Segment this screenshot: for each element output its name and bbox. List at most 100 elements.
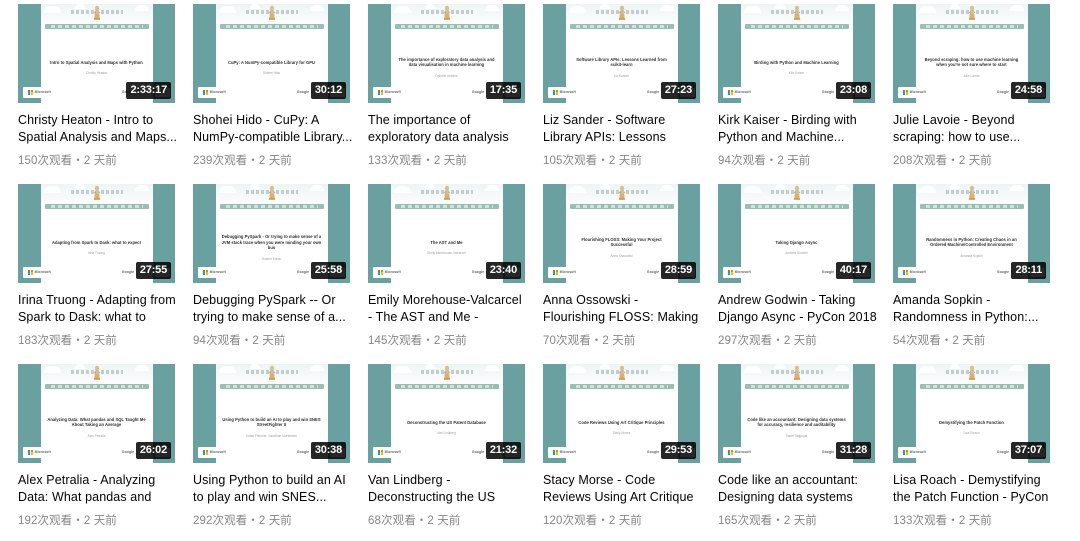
video-title[interactable]: Amanda Sopkin - Randomness in Python:... — [893, 292, 1054, 326]
sponsor-subtext — [406, 458, 418, 460]
video-thumbnail[interactable]: The importance of exploratory data analy… — [368, 4, 525, 103]
video-card[interactable]: Software Library APIs: Lessons Learned f… — [543, 4, 718, 184]
video-card[interactable]: Flourishing FLOSS: Making Your Project S… — [543, 184, 718, 364]
video-title[interactable]: Andrew Godwin - Taking Django Async - Py… — [718, 292, 879, 326]
video-card[interactable]: Beyond scraping: how to use machine lear… — [893, 4, 1068, 184]
video-card[interactable]: Debugging PySpark - Or trying to make se… — [193, 184, 368, 364]
video-title[interactable]: Stacy Morse - Code Reviews Using Art Cri… — [543, 472, 704, 506]
video-card[interactable]: The AST and Me Emily Morehouse-Valcarcel… — [368, 184, 543, 364]
video-title[interactable]: Using Python to build an AI to play and … — [193, 472, 354, 506]
slide-speaker-text: Sachi Rajgopal — [785, 434, 808, 439]
video-title[interactable]: Anna Ossowski - Flourishing FLOSS: Makin… — [543, 292, 704, 326]
video-meta: Using Python to build an AI to play and … — [193, 463, 368, 528]
pycon-logo-icon — [618, 365, 625, 380]
video-thumbnail[interactable]: Demystifying the Patch Function Lisa Roa… — [893, 364, 1050, 463]
stats-separator: ・ — [772, 335, 784, 347]
video-title[interactable]: Irina Truong - Adapting from Spark to Da… — [18, 292, 179, 326]
slide-title-text: Adapting from Spark to Dask: what to exp… — [51, 239, 142, 245]
video-title[interactable]: Shohei Hido - CuPy: A NumPy-compatible L… — [193, 112, 354, 146]
sponsor-primary: Microsoft — [373, 446, 406, 458]
slide-header-bar — [394, 24, 499, 29]
microsoft-logo-label: Microsoft — [559, 450, 576, 454]
slide-header-bar — [394, 384, 499, 389]
video-title[interactable]: Debugging PySpark -- Or trying to make s… — [193, 292, 354, 326]
video-thumbnail[interactable]: Flourishing FLOSS: Making Your Project S… — [543, 184, 700, 283]
cloud-icon — [949, 184, 960, 189]
video-thumbnail[interactable]: Birding with Python and Machine Learning… — [718, 4, 875, 103]
video-card[interactable]: Intro to Spatial Analysis and Maps with … — [18, 4, 193, 184]
sponsor-subtext — [406, 278, 418, 280]
sponsor-subtext — [756, 98, 768, 100]
video-duration-badge: 21:32 — [485, 442, 521, 459]
slide-title-text: Code Reviews Using Art Critique Principl… — [578, 419, 665, 425]
video-title[interactable]: The importance of exploratory data analy… — [368, 112, 529, 146]
video-card[interactable]: The importance of exploratory data analy… — [368, 4, 543, 184]
slide-header — [215, 4, 328, 30]
slide-header-bar — [44, 384, 149, 389]
video-card[interactable]: Deconstructing the US Patent Database Va… — [368, 364, 543, 541]
video-thumbnail[interactable]: Taking Django Async Andrew Godwin Micros… — [718, 184, 875, 283]
video-thumbnail[interactable]: Software Library APIs: Lessons Learned f… — [543, 4, 700, 103]
google-logo-label: Google — [996, 450, 1010, 454]
slide-title-text: Software Library APIs: Lessons Learned f… — [576, 56, 667, 68]
video-card[interactable]: Adapting from Spark to Dask: what to exp… — [18, 184, 193, 364]
video-meta: Irina Truong - Adapting from Spark to Da… — [18, 283, 193, 348]
video-title[interactable]: Julie Lavoie - Beyond scraping: how to u… — [893, 112, 1054, 146]
video-title[interactable]: Liz Sander - Software Library APIs: Less… — [543, 112, 704, 146]
upload-age: 2 天前 — [427, 515, 461, 527]
google-logo-icon: Google — [996, 448, 1010, 456]
google-logo-label: Google — [471, 270, 485, 274]
cloud-icon — [659, 185, 674, 191]
stats-separator: ・ — [765, 155, 778, 167]
video-card[interactable]: Birding with Python and Machine Learning… — [718, 4, 893, 184]
video-thumbnail[interactable]: Randomness in Python: Creating Chaos in … — [893, 184, 1050, 283]
pycon-wordmark — [420, 10, 473, 14]
video-title[interactable]: Alex Petralia - Analyzing Data: What pan… — [18, 472, 179, 506]
sponsor-primary: Microsoft — [898, 86, 931, 98]
video-thumbnail[interactable]: Code like an accountant: Designing data … — [718, 364, 875, 463]
slide-title-text: Deconstructing the US Patent Database — [407, 419, 486, 425]
video-thumbnail[interactable]: Analyzing Data: What pandas and SQL Taug… — [18, 364, 175, 463]
video-title[interactable]: Kirk Kaiser - Birding with Python and Ma… — [718, 112, 879, 146]
video-title[interactable]: Code like an accountant: Designing data … — [718, 472, 879, 506]
microsoft-logo-icon: Microsoft — [23, 86, 56, 98]
video-card[interactable]: Randomness in Python: Creating Chaos in … — [893, 184, 1068, 364]
video-thumbnail[interactable]: Adapting from Spark to Dask: what to exp… — [18, 184, 175, 283]
video-card[interactable]: CuPy: A NumPy-compatible Library for GPU… — [193, 4, 368, 184]
video-title[interactable]: Van Lindberg - Deconstructing the US Pat… — [368, 472, 529, 506]
video-thumbnail[interactable]: The AST and Me Emily Morehouse-Valcarcel… — [368, 184, 525, 283]
sponsor-subtext — [231, 458, 243, 460]
video-card[interactable]: Analyzing Data: What pandas and SQL Taug… — [18, 364, 193, 541]
video-thumbnail[interactable]: Deconstructing the US Patent Database Va… — [368, 364, 525, 463]
video-thumbnail[interactable]: Beyond scraping: how to use machine lear… — [893, 4, 1050, 103]
video-title[interactable]: Emily Morehouse-Valcarcel - The AST and … — [368, 292, 529, 326]
video-thumbnail[interactable]: CuPy: A NumPy-compatible Library for GPU… — [193, 4, 350, 103]
microsoft-logo-label: Microsoft — [384, 450, 401, 454]
upload-age: 2 天前 — [958, 515, 992, 527]
sponsor-subtext — [231, 278, 243, 280]
video-card[interactable]: Code Reviews Using Art Critique Principl… — [543, 364, 718, 541]
video-card[interactable]: Code like an accountant: Designing data … — [718, 364, 893, 541]
slide-header — [40, 184, 153, 210]
video-title[interactable]: Christy Heaton - Intro to Spatial Analys… — [18, 112, 179, 146]
cloud-icon — [484, 185, 499, 191]
video-thumbnail[interactable]: Code Reviews Using Art Critique Principl… — [543, 364, 700, 463]
video-card[interactable]: Taking Django Async Andrew Godwin Micros… — [718, 184, 893, 364]
cloud-icon — [218, 6, 236, 13]
video-thumbnail[interactable]: Intro to Spatial Analysis and Maps with … — [18, 4, 175, 103]
video-thumbnail[interactable]: Debugging PySpark - Or trying to make se… — [193, 184, 350, 283]
video-card[interactable]: Using Python to build an AI to play and … — [193, 364, 368, 541]
video-title[interactable]: Lisa Roach - Demystifying the Patch Func… — [893, 472, 1054, 506]
video-card[interactable]: Demystifying the Patch Function Lisa Roa… — [893, 364, 1068, 541]
slide-header — [740, 4, 853, 30]
video-stats: 292次观看・2 天前 — [193, 514, 354, 528]
sponsor-subtext — [56, 278, 68, 280]
cloud-icon — [834, 185, 849, 191]
video-thumbnail[interactable]: Using Python to build an AI to play and … — [193, 364, 350, 463]
slide-speaker-text: Shohei Hido — [262, 71, 281, 76]
sponsor-subtext — [581, 458, 593, 460]
google-logo-icon: Google — [296, 268, 310, 276]
stats-separator: ・ — [72, 335, 84, 347]
slide-header-bar — [569, 204, 674, 209]
cloud-icon — [43, 366, 61, 373]
